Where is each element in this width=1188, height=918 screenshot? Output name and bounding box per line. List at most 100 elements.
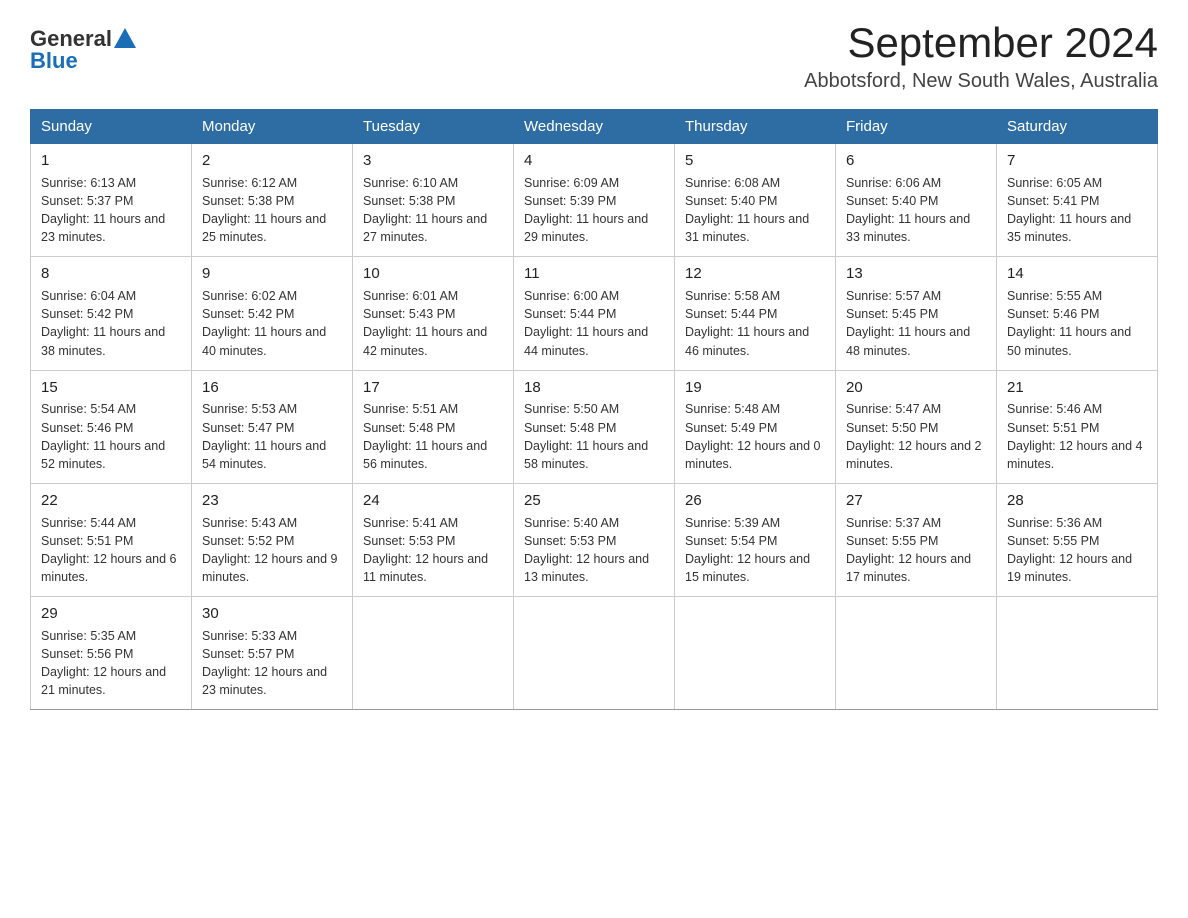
table-row: 26 Sunrise: 5:39 AMSunset: 5:54 PMDayligh… (675, 483, 836, 596)
day-number: 22 (41, 490, 181, 512)
calendar-week-row: 1Sunrise: 6:13 AMSunset: 5:37 PMDaylight… (31, 144, 1158, 257)
col-sunday: Sunday (31, 110, 192, 144)
table-row: 28Sunrise: 5:36 AMSunset: 5:55 PMDayligh… (997, 483, 1158, 596)
day-info: Sunrise: 5:58 AMSunset: 5:44 PMDaylight:… (685, 289, 809, 357)
day-number: 3 (363, 150, 503, 172)
day-info: Sunrise: 5:47 AMSunset: 5:50 PMDaylight:… (846, 402, 982, 470)
table-row: 15 Sunrise: 5:54 AMSunset: 5:46 PMDayligh… (31, 370, 192, 483)
table-row: 9 Sunrise: 6:02 AMSunset: 5:42 PMDaylight… (192, 257, 353, 370)
day-number: 4 (524, 150, 664, 172)
calendar-week-row: 15 Sunrise: 5:54 AMSunset: 5:46 PMDayligh… (31, 370, 1158, 483)
table-row: 7 Sunrise: 6:05 AMSunset: 5:41 PMDaylight… (997, 144, 1158, 257)
calendar-week-row: 22Sunrise: 5:44 AMSunset: 5:51 PMDayligh… (31, 483, 1158, 596)
day-number: 10 (363, 263, 503, 285)
table-row: 4 Sunrise: 6:09 AMSunset: 5:39 PMDaylight… (514, 144, 675, 257)
day-number: 25 (524, 490, 664, 512)
day-info: Sunrise: 6:01 AMSunset: 5:43 PMDaylight:… (363, 289, 487, 357)
day-number: 19 (685, 377, 825, 399)
calendar-week-row: 29Sunrise: 5:35 AMSunset: 5:56 PMDayligh… (31, 597, 1158, 710)
day-number: 28 (1007, 490, 1147, 512)
table-row: 29Sunrise: 5:35 AMSunset: 5:56 PMDayligh… (31, 597, 192, 710)
table-row: 21 Sunrise: 5:46 AMSunset: 5:51 PMDayligh… (997, 370, 1158, 483)
day-number: 27 (846, 490, 986, 512)
title-block: September 2024 Abbotsford, New South Wal… (804, 20, 1158, 93)
calendar-title: September 2024 (804, 20, 1158, 66)
day-number: 15 (41, 377, 181, 399)
table-row: 17Sunrise: 5:51 AMSunset: 5:48 PMDayligh… (353, 370, 514, 483)
table-row (675, 597, 836, 710)
day-info: Sunrise: 5:57 AMSunset: 5:45 PMDaylight:… (846, 289, 970, 357)
table-row: 13 Sunrise: 5:57 AMSunset: 5:45 PMDayligh… (836, 257, 997, 370)
table-row: 1Sunrise: 6:13 AMSunset: 5:37 PMDaylight… (31, 144, 192, 257)
calendar-table: Sunday Monday Tuesday Wednesday Thursday… (30, 109, 1158, 710)
day-info: Sunrise: 5:41 AMSunset: 5:53 PMDaylight:… (363, 516, 488, 584)
calendar-header-row: Sunday Monday Tuesday Wednesday Thursday… (31, 110, 1158, 144)
day-info: Sunrise: 6:00 AMSunset: 5:44 PMDaylight:… (524, 289, 648, 357)
day-number: 9 (202, 263, 342, 285)
day-info: Sunrise: 6:09 AMSunset: 5:39 PMDaylight:… (524, 176, 648, 244)
day-info: Sunrise: 5:37 AMSunset: 5:55 PMDaylight:… (846, 516, 971, 584)
table-row: 16 Sunrise: 5:53 AMSunset: 5:47 PMDayligh… (192, 370, 353, 483)
day-number: 12 (685, 263, 825, 285)
day-info: Sunrise: 5:53 AMSunset: 5:47 PMDaylight:… (202, 402, 326, 470)
day-info: Sunrise: 6:02 AMSunset: 5:42 PMDaylight:… (202, 289, 326, 357)
day-number: 21 (1007, 377, 1147, 399)
day-number: 7 (1007, 150, 1147, 172)
day-info: Sunrise: 5:35 AMSunset: 5:56 PMDaylight:… (41, 629, 166, 697)
day-number: 26 (685, 490, 825, 512)
day-info: Sunrise: 6:13 AMSunset: 5:37 PMDaylight:… (41, 176, 165, 244)
day-info: Sunrise: 5:43 AMSunset: 5:52 PMDaylight:… (202, 516, 338, 584)
day-number: 23 (202, 490, 342, 512)
day-number: 8 (41, 263, 181, 285)
day-number: 14 (1007, 263, 1147, 285)
day-info: Sunrise: 5:51 AMSunset: 5:48 PMDaylight:… (363, 402, 487, 470)
table-row (353, 597, 514, 710)
day-number: 5 (685, 150, 825, 172)
table-row: 2 Sunrise: 6:12 AMSunset: 5:38 PMDaylight… (192, 144, 353, 257)
day-number: 18 (524, 377, 664, 399)
col-monday: Monday (192, 110, 353, 144)
day-info: Sunrise: 6:05 AMSunset: 5:41 PMDaylight:… (1007, 176, 1131, 244)
day-info: Sunrise: 6:06 AMSunset: 5:40 PMDaylight:… (846, 176, 970, 244)
logo: General Blue (30, 20, 136, 74)
page-header: General Blue September 2024 Abbotsford, … (30, 20, 1158, 93)
table-row: 6Sunrise: 6:06 AMSunset: 5:40 PMDaylight… (836, 144, 997, 257)
table-row: 20 Sunrise: 5:47 AMSunset: 5:50 PMDayligh… (836, 370, 997, 483)
table-row (997, 597, 1158, 710)
table-row: 18 Sunrise: 5:50 AMSunset: 5:48 PMDayligh… (514, 370, 675, 483)
day-info: Sunrise: 5:39 AMSunset: 5:54 PMDaylight:… (685, 516, 810, 584)
calendar-week-row: 8 Sunrise: 6:04 AMSunset: 5:42 PMDaylight… (31, 257, 1158, 370)
table-row: 23 Sunrise: 5:43 AMSunset: 5:52 PMDayligh… (192, 483, 353, 596)
day-info: Sunrise: 5:46 AMSunset: 5:51 PMDaylight:… (1007, 402, 1143, 470)
table-row: 22Sunrise: 5:44 AMSunset: 5:51 PMDayligh… (31, 483, 192, 596)
day-info: Sunrise: 5:48 AMSunset: 5:49 PMDaylight:… (685, 402, 821, 470)
table-row: 25 Sunrise: 5:40 AMSunset: 5:53 PMDayligh… (514, 483, 675, 596)
day-info: Sunrise: 5:33 AMSunset: 5:57 PMDaylight:… (202, 629, 327, 697)
day-info: Sunrise: 5:50 AMSunset: 5:48 PMDaylight:… (524, 402, 648, 470)
table-row: 11 Sunrise: 6:00 AMSunset: 5:44 PMDayligh… (514, 257, 675, 370)
col-tuesday: Tuesday (353, 110, 514, 144)
day-number: 24 (363, 490, 503, 512)
col-wednesday: Wednesday (514, 110, 675, 144)
table-row: 8 Sunrise: 6:04 AMSunset: 5:42 PMDaylight… (31, 257, 192, 370)
day-info: Sunrise: 6:04 AMSunset: 5:42 PMDaylight:… (41, 289, 165, 357)
table-row (514, 597, 675, 710)
day-number: 2 (202, 150, 342, 172)
table-row: 10 Sunrise: 6:01 AMSunset: 5:43 PMDayligh… (353, 257, 514, 370)
day-number: 20 (846, 377, 986, 399)
table-row: 14Sunrise: 5:55 AMSunset: 5:46 PMDayligh… (997, 257, 1158, 370)
logo-blue-text: Blue (30, 48, 78, 74)
table-row: 27 Sunrise: 5:37 AMSunset: 5:55 PMDayligh… (836, 483, 997, 596)
day-number: 13 (846, 263, 986, 285)
day-info: Sunrise: 6:12 AMSunset: 5:38 PMDaylight:… (202, 176, 326, 244)
table-row: 24 Sunrise: 5:41 AMSunset: 5:53 PMDayligh… (353, 483, 514, 596)
logo-triangle-icon (114, 28, 136, 48)
day-info: Sunrise: 6:08 AMSunset: 5:40 PMDaylight:… (685, 176, 809, 244)
day-info: Sunrise: 6:10 AMSunset: 5:38 PMDaylight:… (363, 176, 487, 244)
day-info: Sunrise: 5:40 AMSunset: 5:53 PMDaylight:… (524, 516, 649, 584)
day-number: 16 (202, 377, 342, 399)
table-row: 12 Sunrise: 5:58 AMSunset: 5:44 PMDayligh… (675, 257, 836, 370)
day-number: 11 (524, 263, 664, 285)
day-info: Sunrise: 5:54 AMSunset: 5:46 PMDaylight:… (41, 402, 165, 470)
table-row: 19 Sunrise: 5:48 AMSunset: 5:49 PMDayligh… (675, 370, 836, 483)
